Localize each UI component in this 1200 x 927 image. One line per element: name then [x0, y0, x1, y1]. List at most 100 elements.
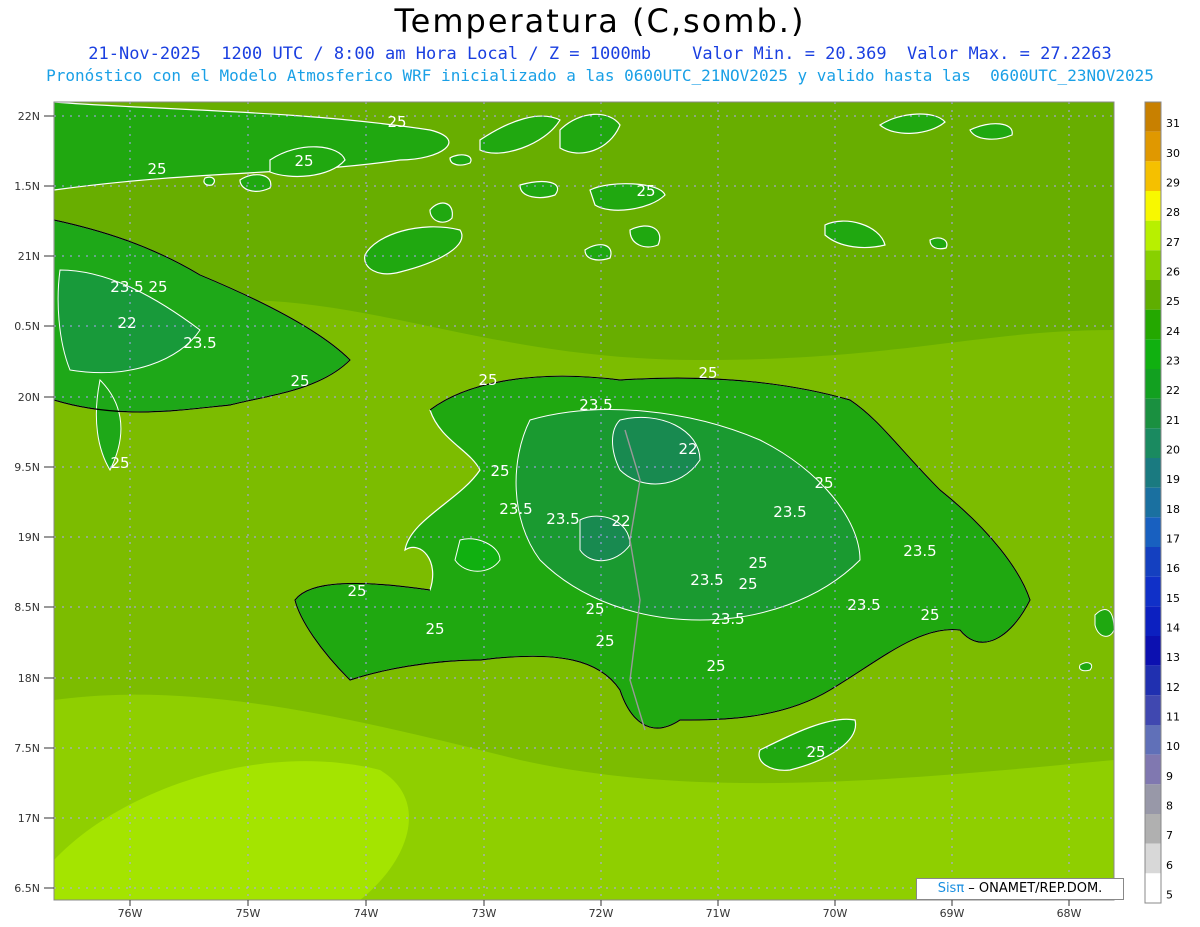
colorbar-label: 18 [1166, 503, 1180, 516]
colorbar-label: 6 [1166, 859, 1173, 872]
contour-label: 25 [425, 620, 444, 638]
colorbar-swatch [1145, 725, 1161, 755]
colorbar-swatch [1145, 339, 1161, 369]
colorbar-label: 22 [1166, 384, 1180, 397]
colorbar-label: 25 [1166, 295, 1180, 308]
colorbar-swatch [1145, 102, 1161, 132]
contour-label: 22 [678, 440, 697, 458]
contour-label: 25 [387, 113, 406, 131]
credit-box: Sisπ – ONAMET/REP.DOM. [916, 878, 1124, 900]
colorbar-swatch [1145, 220, 1161, 251]
colorbar-label: 23 [1166, 355, 1180, 368]
contour-label: 25 [347, 582, 366, 600]
lon-tick-label: 75W [236, 907, 261, 920]
colorbar-swatch [1145, 754, 1161, 785]
lat-tick-label: 22N [18, 110, 40, 123]
colorbar-label: 8 [1166, 800, 1173, 813]
contour-label: 25 [290, 372, 309, 390]
colorbar-label: 31 [1166, 117, 1180, 130]
colorbar-swatch [1145, 161, 1161, 191]
colorbar-swatch [1145, 428, 1161, 458]
lat-tick-label: 0.5N [14, 320, 40, 333]
colorbar-label: 27 [1166, 236, 1180, 249]
colorbar-swatch [1145, 191, 1161, 221]
colorbar-swatch [1145, 250, 1161, 280]
temperature-map: 25 25 25 25 25 23.5 25 22 23.5 25 25 25 25 23.5 22 25 23… [14, 101, 1180, 920]
credit-text: – ONAMET/REP.DOM. [964, 881, 1103, 896]
contour-label: 25 [478, 371, 497, 389]
colorbar-swatch [1145, 636, 1161, 666]
contour-label: 23.5 [579, 396, 612, 414]
contour-label: 23.5 [773, 503, 806, 521]
colorbar-swatch [1145, 369, 1161, 399]
colorbar-swatch [1145, 487, 1161, 518]
colorbar-swatch [1145, 398, 1161, 429]
colorbar-swatch [1145, 458, 1161, 488]
lat-tick-label: 6.5N [14, 882, 40, 895]
contour-label: 25 [920, 606, 939, 624]
colorbar-swatch [1145, 665, 1161, 696]
lon-tick-label: 72W [589, 907, 614, 920]
latitude-axis: 22N 1.5N 21N 0.5N 20N 9.5N 19N 8.5N 18N 7.5N 17N 6.… [14, 110, 54, 895]
colorbar-label: 7 [1166, 829, 1173, 842]
lat-tick-label: 18N [18, 672, 40, 685]
colorbar-swatch [1145, 814, 1161, 844]
colorbar-swatch [1145, 606, 1161, 636]
lon-tick-label: 68W [1057, 907, 1082, 920]
contour-label: 25 [110, 454, 129, 472]
colorbar-swatch [1145, 873, 1161, 903]
contour-label: 22 [117, 314, 136, 332]
colorbar-label: 17 [1166, 533, 1180, 546]
colorbar-swatch [1145, 280, 1161, 310]
lat-tick-label: 8.5N [14, 601, 40, 614]
lon-tick-label: 73W [472, 907, 497, 920]
lon-tick-label: 74W [354, 907, 379, 920]
colorbar-swatch [1145, 576, 1161, 607]
lon-tick-label: 76W [118, 907, 143, 920]
contour-label: 25 [814, 474, 833, 492]
contour-label: 25 [585, 600, 604, 618]
colorbar-label: 24 [1166, 325, 1180, 338]
lon-tick-label: 69W [940, 907, 965, 920]
longitude-axis: 76W 75W 74W 73W 72W 71W 70W 69W 68W [118, 900, 1082, 920]
lon-tick-label: 71W [706, 907, 731, 920]
contour-label: 23.5 [711, 610, 744, 628]
colorbar-swatch [1145, 784, 1161, 814]
contour-label: 23.5 [903, 542, 936, 560]
lat-tick-label: 1.5N [14, 180, 40, 193]
colorbar-swatch [1145, 547, 1161, 577]
contour-label: 25 [490, 462, 509, 480]
colorbar-label: 30 [1166, 147, 1180, 160]
colorbar-label: 28 [1166, 206, 1180, 219]
lat-tick-label: 21N [18, 250, 40, 263]
lat-tick-label: 17N [18, 812, 40, 825]
colorbar-label: 16 [1166, 562, 1180, 575]
colorbar-swatch [1145, 843, 1161, 874]
lat-tick-label: 19N [18, 531, 40, 544]
colorbar-label: 14 [1166, 622, 1180, 635]
colorbar-label: 12 [1166, 681, 1180, 694]
colorbar-label: 9 [1166, 770, 1173, 783]
colorbar-label: 10 [1166, 740, 1180, 753]
colorbar-swatch [1145, 309, 1161, 340]
contour-label: 22 [611, 512, 630, 530]
colorbar-label: 20 [1166, 444, 1180, 457]
colorbar-label: 26 [1166, 266, 1180, 279]
colorbar-swatch [1145, 131, 1161, 162]
colorbar-swatch [1145, 695, 1161, 725]
contour-label: 25 [294, 152, 313, 170]
contour-label: 25 [698, 364, 717, 382]
contour-label: 25 [806, 743, 825, 761]
contour-label: 25 [595, 632, 614, 650]
colorbar-label: 11 [1166, 711, 1180, 724]
map-plot-area [53, 101, 1115, 901]
colorbar-label: 29 [1166, 177, 1180, 190]
contour-label: 25 [748, 554, 767, 572]
contour-label: 23.5 [847, 596, 880, 614]
colorbar-label: 19 [1166, 473, 1180, 486]
colorbar-label: 21 [1166, 414, 1180, 427]
contour-label: 23.5 [499, 500, 532, 518]
colorbar-label: 13 [1166, 651, 1180, 664]
colorbar-label: 5 [1166, 889, 1173, 902]
contour-label: 25 [706, 657, 725, 675]
